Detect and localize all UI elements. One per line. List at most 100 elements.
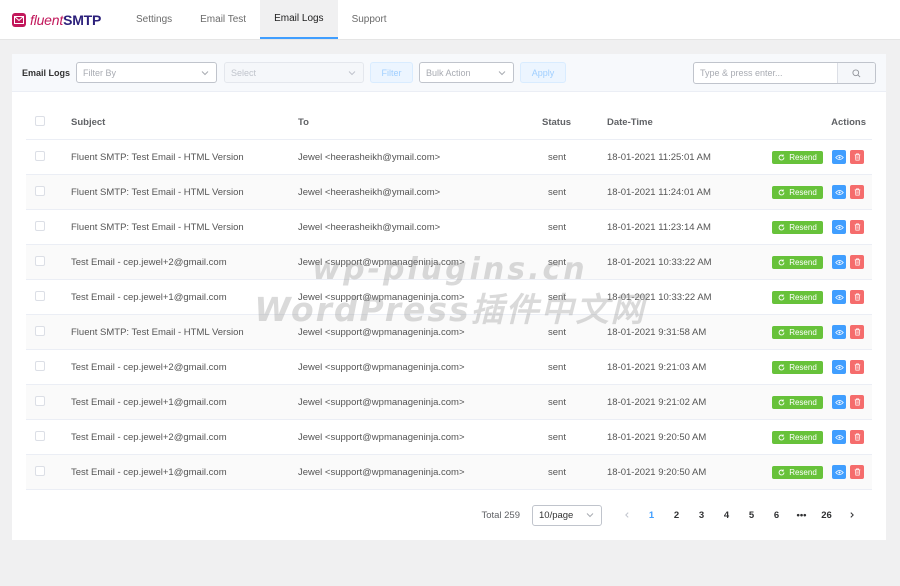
filter-by-select[interactable]: Filter By xyxy=(76,62,218,83)
search-input[interactable] xyxy=(694,63,837,83)
select-all-cell xyxy=(26,116,71,129)
page-ellipsis[interactable]: ••• xyxy=(789,510,814,521)
cell-actions: Resend xyxy=(763,185,872,199)
page-number[interactable]: 3 xyxy=(689,510,714,521)
delete-button[interactable] xyxy=(850,360,864,374)
page-number[interactable]: 1 xyxy=(639,510,664,521)
cell-to: Jewel <support@wpmanageninja.com> xyxy=(298,326,465,338)
delete-button[interactable] xyxy=(850,290,864,304)
search-button[interactable] xyxy=(837,63,875,83)
page-size-select[interactable]: 10/page xyxy=(532,504,602,526)
next-page-button[interactable] xyxy=(839,511,864,519)
row-checkbox[interactable] xyxy=(35,220,45,231)
page-number[interactable]: 5 xyxy=(739,510,764,521)
row-checkbox[interactable] xyxy=(35,465,45,476)
filter-by-placeholder: Filter By xyxy=(83,67,117,78)
resend-button[interactable]: Resend xyxy=(772,325,823,339)
eye-icon xyxy=(834,154,844,160)
row-checkbox[interactable] xyxy=(35,290,45,301)
delete-button[interactable] xyxy=(850,430,864,444)
resend-button[interactable]: Resend xyxy=(772,395,823,409)
cell-subject: Test Email - cep.jewel+1@gmail.com xyxy=(71,291,227,303)
tab-email-logs[interactable]: Email Logs xyxy=(260,0,338,39)
row-checkbox[interactable] xyxy=(35,150,45,161)
cell-datetime: 18-01-2021 9:20:50 AM xyxy=(607,431,707,443)
resend-button[interactable]: Resend xyxy=(772,220,823,234)
view-button[interactable] xyxy=(832,185,846,199)
resend-label: Resend xyxy=(789,257,817,267)
row-checkbox[interactable] xyxy=(35,430,45,441)
row-checkbox[interactable] xyxy=(35,185,45,196)
tab-email-test[interactable]: Email Test xyxy=(186,0,260,39)
resend-label: Resend xyxy=(789,432,817,442)
top-nav: fluentSMTP Settings Email Test Email Log… xyxy=(0,0,900,40)
page-number[interactable]: 2 xyxy=(664,510,689,521)
trash-icon xyxy=(854,258,860,266)
view-button[interactable] xyxy=(832,430,846,444)
resend-button[interactable]: Resend xyxy=(772,430,823,444)
eye-icon xyxy=(834,399,844,405)
view-button[interactable] xyxy=(832,220,846,234)
view-button[interactable] xyxy=(832,360,846,374)
delete-button[interactable] xyxy=(850,150,864,164)
cell-to: Jewel <support@wpmanageninja.com> xyxy=(298,361,465,373)
select-all-checkbox[interactable] xyxy=(35,116,45,126)
chevron-down-icon xyxy=(201,70,209,75)
view-button[interactable] xyxy=(832,255,846,269)
cell-subject: Fluent SMTP: Test Email - HTML Version xyxy=(71,186,244,198)
filter-value-select[interactable]: Select xyxy=(224,62,365,83)
delete-button[interactable] xyxy=(850,325,864,339)
prev-page-button[interactable] xyxy=(614,511,639,519)
page-size-value: 10/page xyxy=(539,509,574,521)
tab-settings[interactable]: Settings xyxy=(122,0,186,39)
trash-icon xyxy=(854,293,860,301)
trash-icon xyxy=(854,188,860,196)
bulk-action-select[interactable]: Bulk Action xyxy=(419,62,515,83)
resend-button[interactable]: Resend xyxy=(772,255,823,269)
refresh-icon xyxy=(778,224,785,230)
cell-status: sent xyxy=(548,326,566,338)
chevron-down-icon xyxy=(586,513,594,518)
resend-button[interactable]: Resend xyxy=(772,150,823,164)
search-icon xyxy=(852,68,861,77)
trash-icon xyxy=(854,153,860,161)
view-button[interactable] xyxy=(832,150,846,164)
apply-button[interactable]: Apply xyxy=(520,62,567,83)
cell-subject: Fluent SMTP: Test Email - HTML Version xyxy=(71,221,244,233)
page-number[interactable]: 26 xyxy=(814,510,839,521)
delete-button[interactable] xyxy=(850,395,864,409)
delete-button[interactable] xyxy=(850,185,864,199)
page-number[interactable]: 6 xyxy=(764,510,789,521)
header-actions: Actions xyxy=(831,117,866,128)
tab-support[interactable]: Support xyxy=(338,0,401,39)
row-checkbox-cell xyxy=(26,220,71,234)
row-checkbox[interactable] xyxy=(35,255,45,266)
view-button[interactable] xyxy=(832,395,846,409)
filter-button[interactable]: Filter xyxy=(370,62,414,83)
trash-icon xyxy=(854,433,860,441)
delete-button[interactable] xyxy=(850,255,864,269)
cell-actions: Resend xyxy=(763,290,872,304)
row-checkbox[interactable] xyxy=(35,360,45,371)
view-button[interactable] xyxy=(832,465,846,479)
brand[interactable]: fluentSMTP xyxy=(0,0,122,39)
cell-actions: Resend xyxy=(763,255,872,269)
view-button[interactable] xyxy=(832,290,846,304)
cell-status: sent xyxy=(548,361,566,373)
trash-icon xyxy=(854,223,860,231)
filter-value-placeholder: Select xyxy=(231,67,257,78)
resend-button[interactable]: Resend xyxy=(772,465,823,479)
cell-subject: Fluent SMTP: Test Email - HTML Version xyxy=(71,326,244,338)
row-checkbox[interactable] xyxy=(35,395,45,406)
eye-icon xyxy=(834,329,844,335)
row-checkbox[interactable] xyxy=(35,325,45,336)
view-button[interactable] xyxy=(832,325,846,339)
header-to: To xyxy=(298,117,309,128)
delete-button[interactable] xyxy=(850,465,864,479)
resend-button[interactable]: Resend xyxy=(772,185,823,199)
resend-button[interactable]: Resend xyxy=(772,360,823,374)
page-number[interactable]: 4 xyxy=(714,510,739,521)
resend-button[interactable]: Resend xyxy=(772,290,823,304)
delete-button[interactable] xyxy=(850,220,864,234)
resend-label: Resend xyxy=(789,152,817,162)
